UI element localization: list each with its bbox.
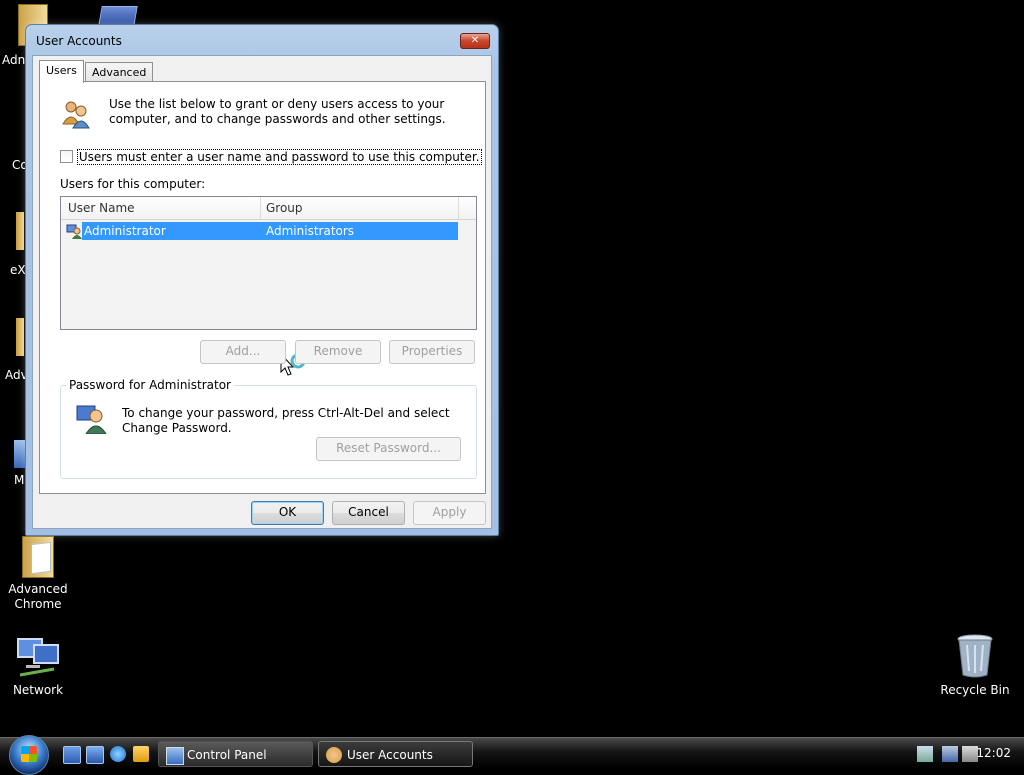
tab-label: Advanced: [92, 66, 147, 79]
properties-button[interactable]: Properties: [389, 340, 475, 364]
desktop-icon-advanced-chrome[interactable]: Advanced Chrome: [0, 536, 76, 612]
folder-icon: [22, 536, 54, 578]
tab-users[interactable]: Users: [39, 60, 84, 83]
column-header-group[interactable]: Group: [266, 201, 303, 215]
tab-advanced[interactable]: Advanced: [85, 62, 154, 83]
title-bar[interactable]: User Accounts ✕: [26, 25, 498, 55]
users-listview[interactable]: User Name Group Administrator Administra…: [60, 196, 477, 330]
button-label: OK: [278, 505, 297, 519]
user-icon: [66, 224, 82, 239]
taskbar: Control Panel User Accounts 12:02: [0, 735, 1024, 775]
tab-label: Users: [46, 64, 77, 77]
desktop-icon-network[interactable]: Network: [0, 635, 76, 698]
cancel-button[interactable]: Cancel: [332, 501, 405, 525]
password-group-title: Password for Administrator: [66, 378, 234, 392]
taskbar-button-label: User Accounts: [347, 748, 433, 762]
button-label: Remove: [313, 344, 363, 358]
column-header-user-name[interactable]: User Name: [68, 201, 135, 215]
list-header: User Name Group: [61, 197, 476, 220]
users-list-label: Users for this computer:: [60, 177, 206, 191]
desktop-partial-label: eX: [10, 263, 26, 277]
desktop-icon-label: Advanced Chrome: [8, 582, 68, 611]
desktop-partial-label: M: [14, 473, 25, 487]
button-label: Apply: [432, 505, 467, 519]
password-instructions: To change your password, press Ctrl-Alt-…: [122, 406, 450, 435]
clock[interactable]: 12:02: [976, 746, 1011, 760]
desktop-icon-label: Network: [12, 683, 64, 697]
folder-icon[interactable]: [16, 212, 24, 250]
users-icon: [62, 101, 90, 129]
column-separator[interactable]: [260, 197, 261, 219]
network-tray-icon[interactable]: [942, 746, 958, 762]
button-label: Properties: [401, 344, 463, 358]
require-password-checkbox[interactable]: [60, 150, 73, 163]
button-label: Cancel: [348, 505, 389, 519]
desktop-icon-recycle-bin[interactable]: Recycle Bin: [937, 633, 1013, 698]
list-row[interactable]: Administrator Administrators: [61, 222, 458, 240]
user-password-icon: [76, 405, 107, 434]
reset-password-button[interactable]: Reset Password...: [316, 437, 461, 461]
network-icon: [17, 638, 59, 677]
taskbar-button-user-accounts[interactable]: User Accounts: [318, 741, 473, 767]
require-password-checkbox-row[interactable]: Users must enter a user name and passwor…: [60, 148, 482, 165]
close-icon: ✕: [470, 35, 480, 46]
desktop-icon-partial-2[interactable]: [98, 6, 138, 26]
desktop-partial-label: Adn: [2, 53, 26, 67]
media-player-icon[interactable]: [133, 746, 149, 762]
intro-text: Use the list below to grant or deny user…: [109, 97, 446, 126]
window-title: User Accounts: [36, 34, 122, 48]
user-accounts-window: User Accounts ✕ Users Advanced Use the l…: [25, 24, 499, 536]
user-accounts-icon: [326, 747, 342, 763]
add-button[interactable]: Add...: [200, 340, 286, 364]
start-button[interactable]: [9, 735, 49, 775]
taskbar-button-label: Control Panel: [187, 748, 267, 762]
cell-user-name: Administrator: [84, 224, 166, 238]
apply-button[interactable]: Apply: [413, 501, 486, 525]
users-tab-panel: Use the list below to grant or deny user…: [39, 81, 486, 494]
remove-button[interactable]: Remove: [295, 340, 381, 364]
security-tray-icon[interactable]: [917, 746, 933, 762]
ok-button[interactable]: OK: [251, 501, 324, 525]
folder-icon[interactable]: [16, 318, 24, 356]
show-desktop-icon[interactable]: [63, 746, 81, 764]
close-button[interactable]: ✕: [460, 33, 490, 49]
taskbar-button-control-panel[interactable]: Control Panel: [158, 741, 313, 767]
button-label: Reset Password...: [336, 441, 441, 455]
require-password-label[interactable]: Users must enter a user name and passwor…: [76, 148, 482, 165]
desktop-icon-label: Recycle Bin: [940, 683, 1010, 697]
dialog-client-area: Users Advanced Use the list below to gra…: [32, 55, 492, 529]
recycle-bin-icon: [957, 634, 993, 678]
internet-explorer-icon[interactable]: [110, 746, 126, 762]
control-panel-icon: [166, 747, 184, 765]
cell-group: Administrators: [266, 224, 355, 238]
button-label: Add...: [225, 344, 261, 358]
column-separator[interactable]: [458, 197, 459, 219]
switch-windows-icon[interactable]: [86, 746, 104, 764]
